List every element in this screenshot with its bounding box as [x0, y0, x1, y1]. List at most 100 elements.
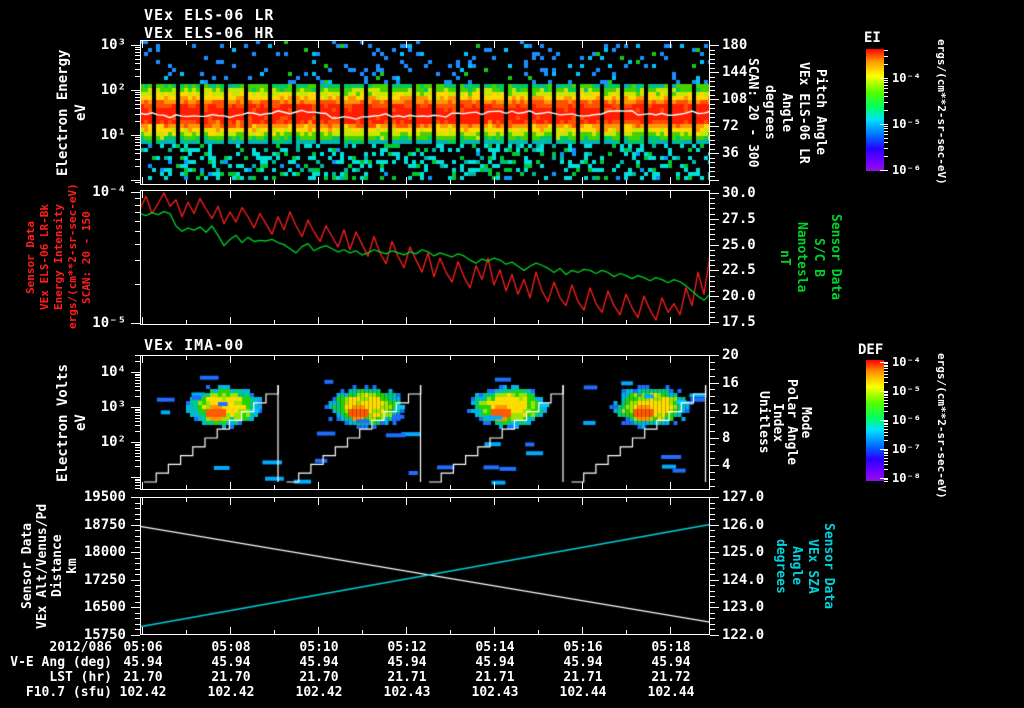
axis-tick — [710, 590, 715, 592]
table-cell-value: 102.43 — [471, 685, 519, 700]
axis-tick — [135, 148, 140, 150]
axis-tick — [135, 508, 140, 510]
els-spectrogram-canvas — [140, 40, 710, 185]
intensity-left-axis-label: Sensor Data VEx ELS-06 LR-Bk Energy Intens… — [24, 183, 94, 329]
axis-tick — [538, 320, 539, 324]
axis-tick — [135, 601, 140, 603]
axis-tick — [135, 141, 140, 143]
axis-tick — [880, 78, 888, 79]
axis-tick — [884, 126, 888, 128]
axis-tick — [710, 234, 715, 236]
axis-tick — [884, 373, 888, 375]
table-cell-value: 45.94 — [211, 655, 251, 670]
axis-tick — [710, 49, 715, 51]
axis-tick — [131, 323, 140, 324]
axis-label-line: degrees — [762, 85, 777, 140]
axis-tick — [710, 519, 715, 521]
axis-tick — [884, 479, 888, 481]
axis-tick — [884, 156, 888, 158]
axis-tick — [142, 41, 143, 48]
axis-tick — [135, 396, 140, 398]
table-cell-value: 05:10 — [299, 640, 339, 655]
axis-tick — [406, 317, 407, 324]
alt-left-axis-label: Sensor Data VEx Alt/Venus/Pd Distance km — [20, 497, 80, 635]
axis-tick — [670, 498, 671, 505]
axis-tick — [710, 72, 719, 73]
axis-tick — [884, 428, 888, 430]
axis-tick — [710, 63, 715, 64]
axis-tick — [710, 85, 715, 87]
els-right-axis-label: Pitch Angle VEx ELS-06 LR Angle degrees SCAN… — [744, 36, 829, 189]
axis-tick — [538, 498, 539, 502]
axis-tick — [135, 377, 140, 379]
axis-label-line: nT — [777, 249, 792, 266]
axis-tick — [582, 627, 583, 634]
axis-tick — [142, 482, 143, 489]
axis-tick — [884, 426, 888, 428]
axis-tick — [135, 629, 140, 631]
axis-tick — [626, 498, 627, 502]
axis-tick — [362, 191, 363, 195]
axis-tick — [710, 618, 715, 620]
axis-tick — [884, 402, 888, 404]
table-cell-value: 05:18 — [651, 640, 691, 655]
axis-tick — [884, 424, 888, 426]
colorbar-ei-units: ergs/(cm**2-sr-sec-eV) — [934, 34, 948, 190]
axis-label-line: ergs/(cm**2-sr-sec-eV) — [935, 39, 948, 185]
axis-label-line: degrees — [773, 538, 788, 594]
axis-tick — [884, 397, 888, 399]
axis-tick — [884, 368, 888, 370]
axis-tick — [670, 41, 671, 48]
axis-tick — [230, 191, 231, 198]
vex-quicklook-plot: VEx ELS-06 LR VEx ELS-06 HR VEx IMA-00 E… — [0, 0, 1024, 708]
axis-tick — [538, 356, 539, 360]
colorbar-tick-label: 10⁻⁷ — [892, 442, 921, 456]
axis-tick — [626, 191, 627, 195]
axis-tick — [710, 58, 715, 60]
axis-tick — [135, 158, 140, 160]
axis-tick — [538, 630, 539, 634]
axis-tick — [135, 466, 140, 468]
axis-tick — [135, 103, 140, 105]
axis-tick — [710, 497, 719, 498]
axis-tick — [710, 478, 715, 480]
table-row-label: F10.7 (sfu) — [25, 685, 112, 700]
axis-tick — [710, 546, 715, 548]
axis-tick — [710, 541, 715, 543]
axis-tick — [135, 417, 140, 419]
axis-tick — [131, 192, 140, 193]
axis-tick — [135, 574, 140, 576]
axis-tick — [135, 412, 140, 414]
colorbar-ei — [866, 49, 884, 171]
axis-tick — [135, 568, 140, 570]
axis-tick — [135, 513, 140, 515]
axis-label-line: Sensor Data — [828, 214, 843, 301]
axis-tick — [710, 601, 715, 603]
axis-tick — [884, 440, 888, 442]
axis-tick — [494, 482, 495, 489]
axis-tick — [135, 502, 140, 504]
axis-tick — [142, 317, 143, 324]
axis-tick — [135, 283, 140, 285]
axis-tick — [406, 482, 407, 489]
axis-tick — [710, 67, 715, 69]
axis-tick — [710, 45, 719, 46]
axis-tick — [318, 627, 319, 634]
axis-tick — [710, 213, 715, 215]
axis-tick — [230, 482, 231, 489]
axis-tick — [135, 455, 140, 457]
axis-tick — [135, 535, 140, 537]
axis-tick — [450, 41, 451, 45]
axis-tick — [710, 166, 715, 168]
axis-tick — [710, 552, 719, 554]
axis-tick — [135, 541, 140, 543]
axis-tick — [274, 180, 275, 184]
axis-tick — [670, 482, 671, 489]
axis-tick — [884, 450, 888, 452]
axis-tick — [362, 485, 363, 489]
axis-tick — [710, 254, 715, 256]
axis-tick — [710, 375, 715, 377]
axis-tick — [884, 56, 888, 58]
axis-tick — [710, 175, 715, 177]
table-cell-value: 21.72 — [651, 670, 691, 685]
